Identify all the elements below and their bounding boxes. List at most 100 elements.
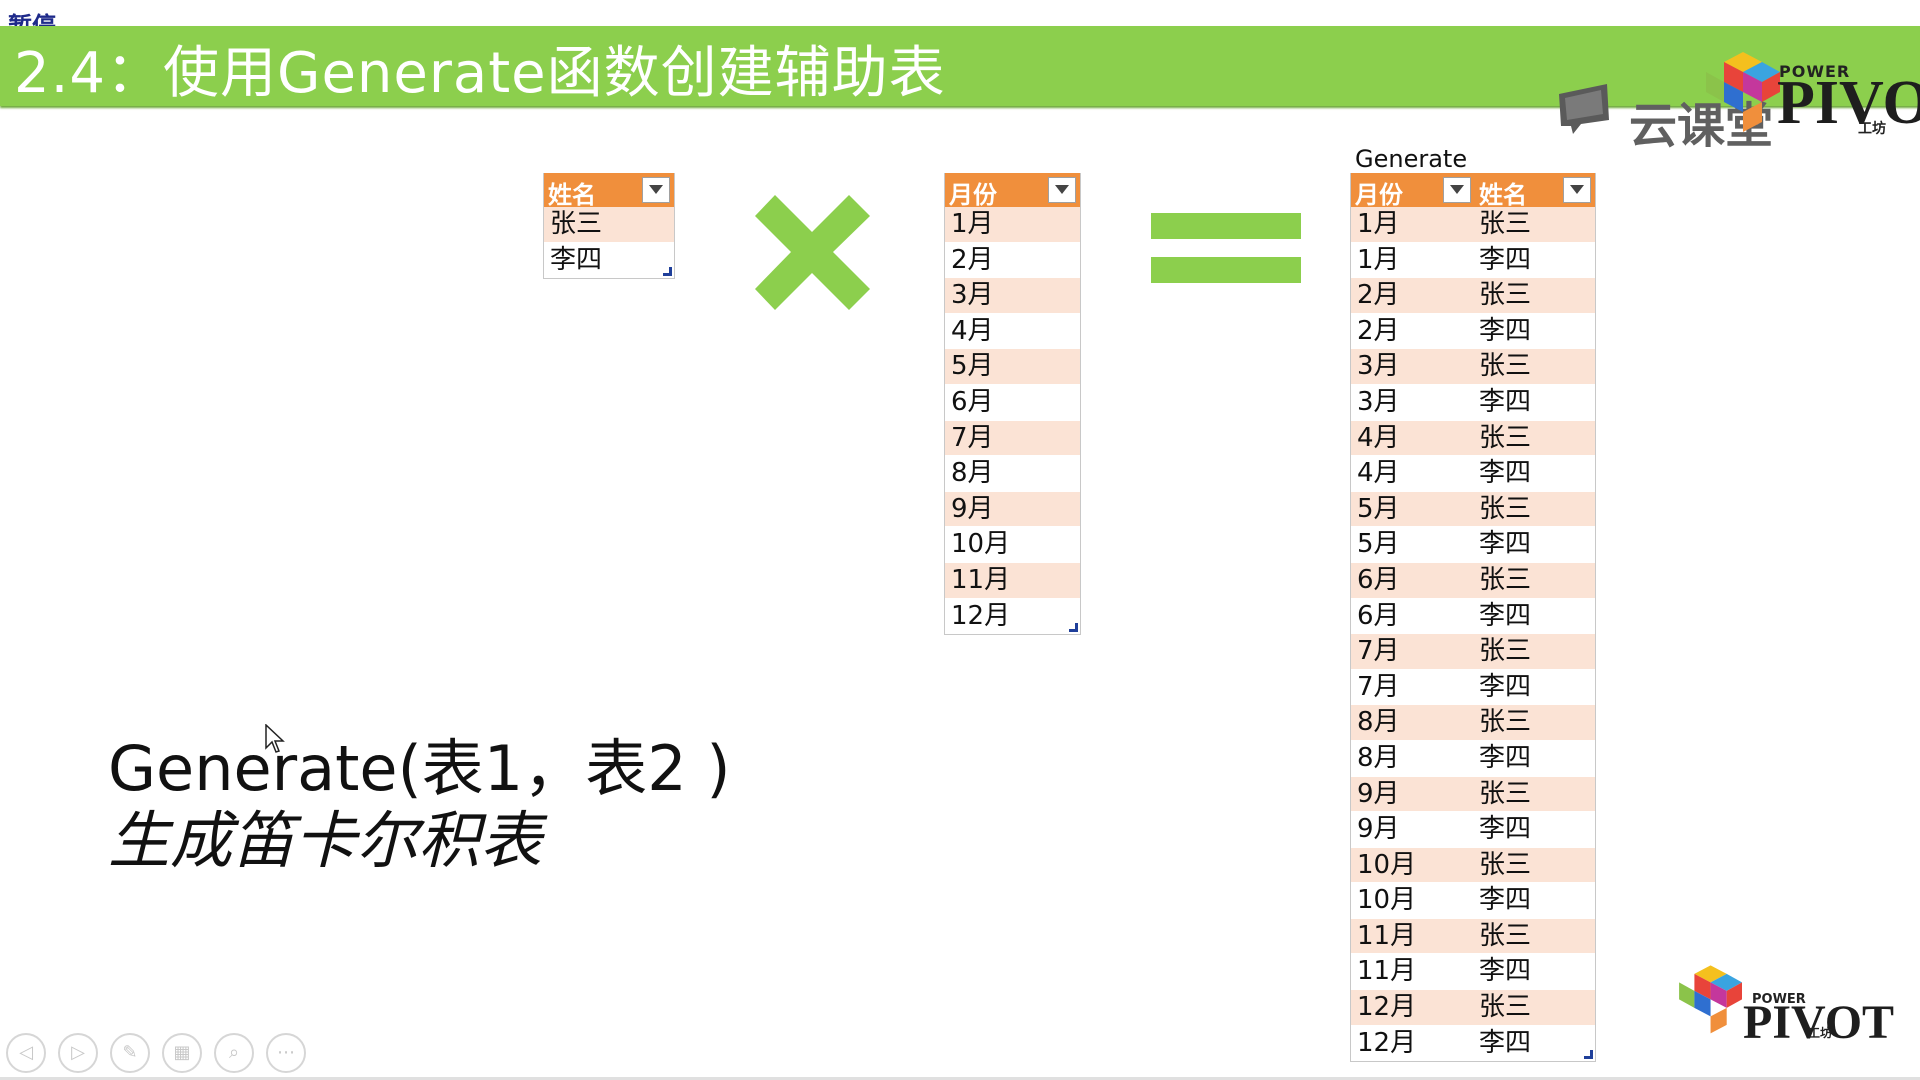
table-row[interactable]: 3月 李四 — [1351, 384, 1595, 421]
name-cell[interactable]: 李四 — [1479, 883, 1531, 918]
month-cell[interactable]: 10月 — [1357, 885, 1416, 915]
month-cell[interactable]: 8月 — [1357, 743, 1400, 773]
name-cell[interactable]: 李四 — [1479, 812, 1531, 847]
month-cell[interactable]: 1月 — [1357, 245, 1400, 275]
name-cell[interactable]: 张三 — [1479, 207, 1531, 242]
name-cell[interactable]: 李四 — [1479, 385, 1531, 420]
table-row[interactable]: 1月 — [945, 207, 1080, 243]
month-cell[interactable]: 12月 — [1357, 1028, 1416, 1058]
filter-dropdown-button[interactable] — [1443, 177, 1471, 203]
filter-dropdown-button[interactable] — [1048, 177, 1076, 203]
table-row[interactable]: 9月 李四 — [1351, 812, 1595, 848]
table-row[interactable]: 8月 李四 — [1351, 740, 1595, 777]
table-row[interactable]: 11月 李四 — [1351, 954, 1595, 991]
table-row[interactable]: 4月 张三 — [1351, 420, 1595, 457]
month-cell[interactable]: 4月 — [1357, 423, 1400, 453]
filter-dropdown-button[interactable] — [642, 177, 670, 203]
name-cell[interactable]: 张三 — [1479, 705, 1531, 740]
name-cell[interactable]: 张三 — [1479, 349, 1531, 384]
table-row[interactable]: 12月 李四 — [1351, 1025, 1595, 1062]
table-row[interactable]: 3月 — [945, 278, 1080, 314]
month-cell[interactable]: 11月 — [1357, 956, 1416, 986]
month-cell[interactable]: 12月 — [1357, 992, 1416, 1022]
table-row[interactable]: 4月 — [945, 313, 1080, 350]
name-cell[interactable]: 李四 — [1479, 954, 1531, 989]
table-row[interactable]: 6月 张三 — [1351, 562, 1595, 599]
name-cell[interactable]: 李四 — [1479, 670, 1531, 705]
more-icon[interactable]: ⋯ — [266, 1033, 306, 1073]
table-row[interactable]: 9月 张三 — [1351, 776, 1595, 813]
month-cell[interactable]: 4月 — [1357, 458, 1400, 488]
table-row[interactable]: 2月 李四 — [1351, 313, 1595, 350]
slides-icon[interactable]: ▦ — [162, 1033, 202, 1073]
month-cell[interactable]: 3月 — [1357, 351, 1400, 381]
table-row[interactable]: 7月 — [945, 420, 1080, 457]
generate-header-month[interactable]: 月份 — [1355, 175, 1403, 210]
name-cell[interactable]: 张三 — [1479, 990, 1531, 1025]
name-cell[interactable]: 张三 — [1479, 634, 1531, 669]
table-row[interactable]: 李四 — [544, 242, 674, 279]
name-cell[interactable]: 李四 — [1479, 456, 1531, 491]
month-cell[interactable]: 2月 — [1357, 280, 1400, 310]
name-cell[interactable]: 李四 — [1479, 599, 1531, 634]
table-row[interactable]: 5月 — [945, 349, 1080, 385]
table-row[interactable]: 4月 李四 — [1351, 456, 1595, 492]
resize-handle[interactable] — [663, 267, 672, 277]
name-cell[interactable]: 张三 — [1479, 777, 1531, 812]
name-cell[interactable]: 张三 — [1479, 563, 1531, 598]
table-row[interactable]: 8月 — [945, 456, 1080, 492]
name-cell[interactable]: 李四 — [1479, 741, 1531, 776]
table-row[interactable]: 10月 张三 — [1351, 847, 1595, 884]
month-cell[interactable]: 1月 — [1357, 209, 1400, 239]
month-cell[interactable]: 6月 — [1357, 601, 1400, 631]
table-row[interactable]: 1月 张三 — [1351, 207, 1595, 243]
previous-icon[interactable]: ◁ — [6, 1033, 46, 1073]
name-cell[interactable]: 李四 — [1479, 527, 1531, 562]
name-cell[interactable]: 张三 — [1479, 919, 1531, 954]
generate-header-name[interactable]: 姓名 — [1479, 175, 1527, 210]
table-row[interactable]: 12月 张三 — [1351, 990, 1595, 1026]
table-row[interactable]: 10月 — [945, 527, 1080, 563]
name-cell[interactable]: 李四 — [1479, 314, 1531, 349]
month-cell[interactable]: 8月 — [1357, 707, 1400, 737]
month-cell[interactable]: 9月 — [1357, 814, 1400, 844]
table-row[interactable]: 11月 张三 — [1351, 918, 1595, 955]
filter-dropdown-button[interactable] — [1563, 177, 1591, 203]
name-cell[interactable]: 李四 — [1479, 243, 1531, 278]
month-cell[interactable]: 6月 — [1357, 565, 1400, 595]
table-row[interactable]: 5月 张三 — [1351, 491, 1595, 528]
month-cell[interactable]: 10月 — [1357, 850, 1416, 880]
table-row[interactable]: 6月 — [945, 384, 1080, 421]
names-header[interactable]: 姓名 — [544, 173, 674, 209]
month-cell[interactable]: 7月 — [1357, 636, 1400, 666]
table-row[interactable]: 5月 李四 — [1351, 527, 1595, 563]
month-cell[interactable]: 5月 — [1357, 529, 1400, 559]
table-row[interactable]: 张三 — [544, 207, 674, 243]
month-cell[interactable]: 11月 — [1357, 921, 1416, 951]
month-cell[interactable]: 5月 — [1357, 494, 1400, 524]
table-row[interactable]: 1月 李四 — [1351, 242, 1595, 279]
table-row[interactable]: 10月 李四 — [1351, 883, 1595, 919]
months-header[interactable]: 月份 — [945, 173, 1080, 209]
table-row[interactable]: 12月 — [945, 598, 1080, 635]
month-cell[interactable]: 2月 — [1357, 316, 1400, 346]
table-row[interactable]: 2月 张三 — [1351, 278, 1595, 314]
name-cell[interactable]: 张三 — [1479, 421, 1531, 456]
table-row[interactable]: 7月 张三 — [1351, 634, 1595, 670]
name-cell[interactable]: 张三 — [1479, 492, 1531, 527]
zoom-icon[interactable]: ⌕ — [214, 1033, 254, 1073]
resize-handle[interactable] — [1069, 623, 1078, 633]
name-cell[interactable]: 张三 — [1479, 278, 1531, 313]
resize-handle[interactable] — [1584, 1050, 1593, 1060]
table-row[interactable]: 3月 张三 — [1351, 349, 1595, 385]
table-row[interactable]: 11月 — [945, 562, 1080, 599]
name-cell[interactable]: 李四 — [1479, 1026, 1531, 1061]
table-row[interactable]: 8月 张三 — [1351, 705, 1595, 741]
month-cell[interactable]: 9月 — [1357, 779, 1400, 809]
month-cell[interactable]: 3月 — [1357, 387, 1400, 417]
name-cell[interactable]: 张三 — [1479, 848, 1531, 883]
table-row[interactable]: 7月 李四 — [1351, 669, 1595, 706]
table-row[interactable]: 6月 李四 — [1351, 598, 1595, 635]
table-row[interactable]: 9月 — [945, 491, 1080, 528]
pen-icon[interactable]: ✎ — [110, 1033, 150, 1073]
